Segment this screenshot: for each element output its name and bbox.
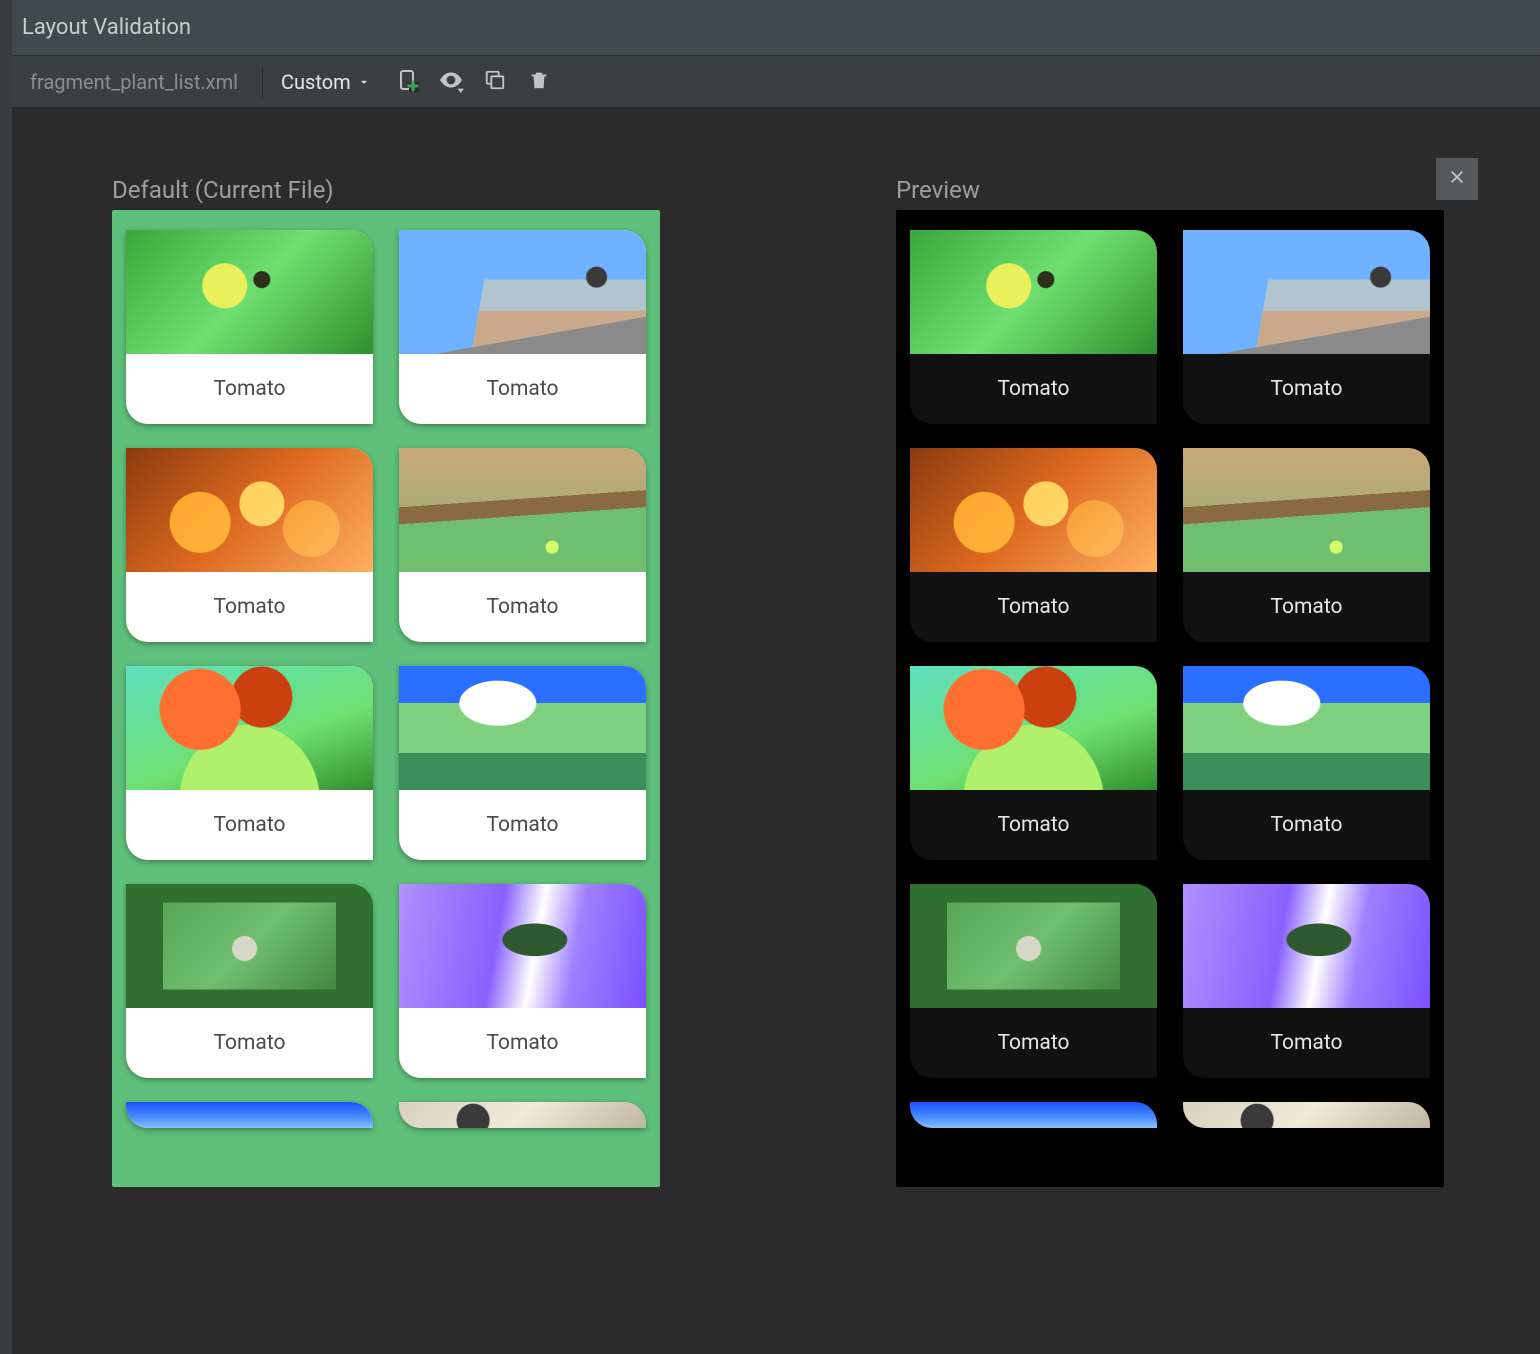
plant-label: Tomato — [1183, 1008, 1430, 1078]
plant-thumbnail — [910, 666, 1157, 790]
plant-card[interactable]: Tomato — [910, 448, 1157, 642]
plant-thumbnail — [126, 884, 373, 1008]
plant-label: Tomato — [910, 1008, 1157, 1078]
plant-thumbnail — [1183, 230, 1430, 354]
plant-label: Tomato — [126, 354, 373, 424]
copy-button[interactable] — [477, 64, 513, 100]
plant-label: Tomato — [910, 790, 1157, 860]
visibility-button[interactable] — [433, 64, 469, 100]
plant-thumbnail — [126, 230, 373, 354]
plant-label: Tomato — [399, 1008, 646, 1078]
add-device-button[interactable] — [389, 64, 425, 100]
plant-label: Tomato — [910, 354, 1157, 424]
preview-grid: Tomato Tomato Tomato Tomato Tomato Tomat… — [896, 210, 1444, 1128]
plant-label: Tomato — [126, 1008, 373, 1078]
plant-thumbnail — [399, 230, 646, 354]
trash-icon — [528, 69, 550, 95]
reference-device-dropdown[interactable]: Custom — [281, 70, 381, 94]
plant-label: Tomato — [399, 354, 646, 424]
plant-card[interactable]: Tomato — [399, 230, 646, 424]
plant-thumbnail — [399, 1102, 646, 1128]
default-device-frame: Tomato Tomato Tomato Tomato Tomato Tomat… — [112, 210, 660, 1187]
plant-thumbnail — [1183, 666, 1430, 790]
plant-label: Tomato — [1183, 572, 1430, 642]
plant-thumbnail — [1183, 448, 1430, 572]
title-bar: Layout Validation — [12, 0, 1540, 56]
plant-card[interactable]: Tomato — [1183, 448, 1430, 642]
plant-card[interactable] — [399, 1102, 646, 1128]
plant-thumbnail — [399, 666, 646, 790]
plant-card[interactable]: Tomato — [399, 884, 646, 1078]
plant-card[interactable]: Tomato — [399, 448, 646, 642]
plant-thumbnail — [910, 884, 1157, 1008]
plant-thumbnail — [399, 884, 646, 1008]
plant-label: Tomato — [910, 572, 1157, 642]
device-add-icon — [395, 68, 419, 96]
plant-thumbnail — [1183, 884, 1430, 1008]
chevron-down-icon — [357, 75, 371, 89]
panel-title: Layout Validation — [22, 15, 191, 40]
plant-card[interactable]: Tomato — [126, 230, 373, 424]
close-icon — [1447, 167, 1467, 191]
preview-pane-label: Preview — [896, 176, 980, 204]
plant-label: Tomato — [399, 790, 646, 860]
workspace: Default (Current File) Tomato Tomato Tom… — [12, 108, 1540, 1354]
plant-thumbnail — [1183, 1102, 1430, 1128]
plant-card[interactable]: Tomato — [1183, 884, 1430, 1078]
plant-thumbnail — [126, 1102, 373, 1128]
plant-card[interactable]: Tomato — [126, 666, 373, 860]
default-pane-label: Default (Current File) — [112, 176, 334, 204]
plant-label: Tomato — [126, 790, 373, 860]
plant-card[interactable] — [910, 1102, 1157, 1128]
close-preview-button[interactable] — [1436, 158, 1478, 200]
plant-card[interactable]: Tomato — [399, 666, 646, 860]
default-grid: Tomato Tomato Tomato Tomato Tomato Tomat… — [112, 210, 660, 1128]
plant-thumbnail — [399, 448, 646, 572]
plant-card[interactable]: Tomato — [1183, 230, 1430, 424]
toolbar: fragment_plant_list.xml Custom — [12, 56, 1540, 108]
plant-thumbnail — [126, 448, 373, 572]
plant-card[interactable]: Tomato — [1183, 666, 1430, 860]
plant-label: Tomato — [126, 572, 373, 642]
delete-button[interactable] — [521, 64, 557, 100]
copy-icon — [484, 69, 506, 95]
plant-thumbnail — [910, 448, 1157, 572]
plant-card[interactable]: Tomato — [910, 230, 1157, 424]
plant-card[interactable]: Tomato — [126, 448, 373, 642]
eye-icon — [438, 67, 464, 97]
plant-label: Tomato — [1183, 790, 1430, 860]
plant-card[interactable] — [126, 1102, 373, 1128]
toolbar-separator — [262, 66, 263, 98]
left-gutter — [0, 0, 12, 1354]
plant-card[interactable]: Tomato — [910, 666, 1157, 860]
plant-thumbnail — [910, 230, 1157, 354]
plant-thumbnail — [910, 1102, 1157, 1128]
preview-device-frame: Tomato Tomato Tomato Tomato Tomato Tomat… — [896, 210, 1444, 1187]
plant-label: Tomato — [399, 572, 646, 642]
plant-card[interactable]: Tomato — [126, 884, 373, 1078]
plant-card[interactable] — [1183, 1102, 1430, 1128]
plant-label: Tomato — [1183, 354, 1430, 424]
plant-thumbnail — [126, 666, 373, 790]
dropdown-label: Custom — [281, 70, 351, 94]
plant-card[interactable]: Tomato — [910, 884, 1157, 1078]
filename-label: fragment_plant_list.xml — [30, 70, 254, 94]
